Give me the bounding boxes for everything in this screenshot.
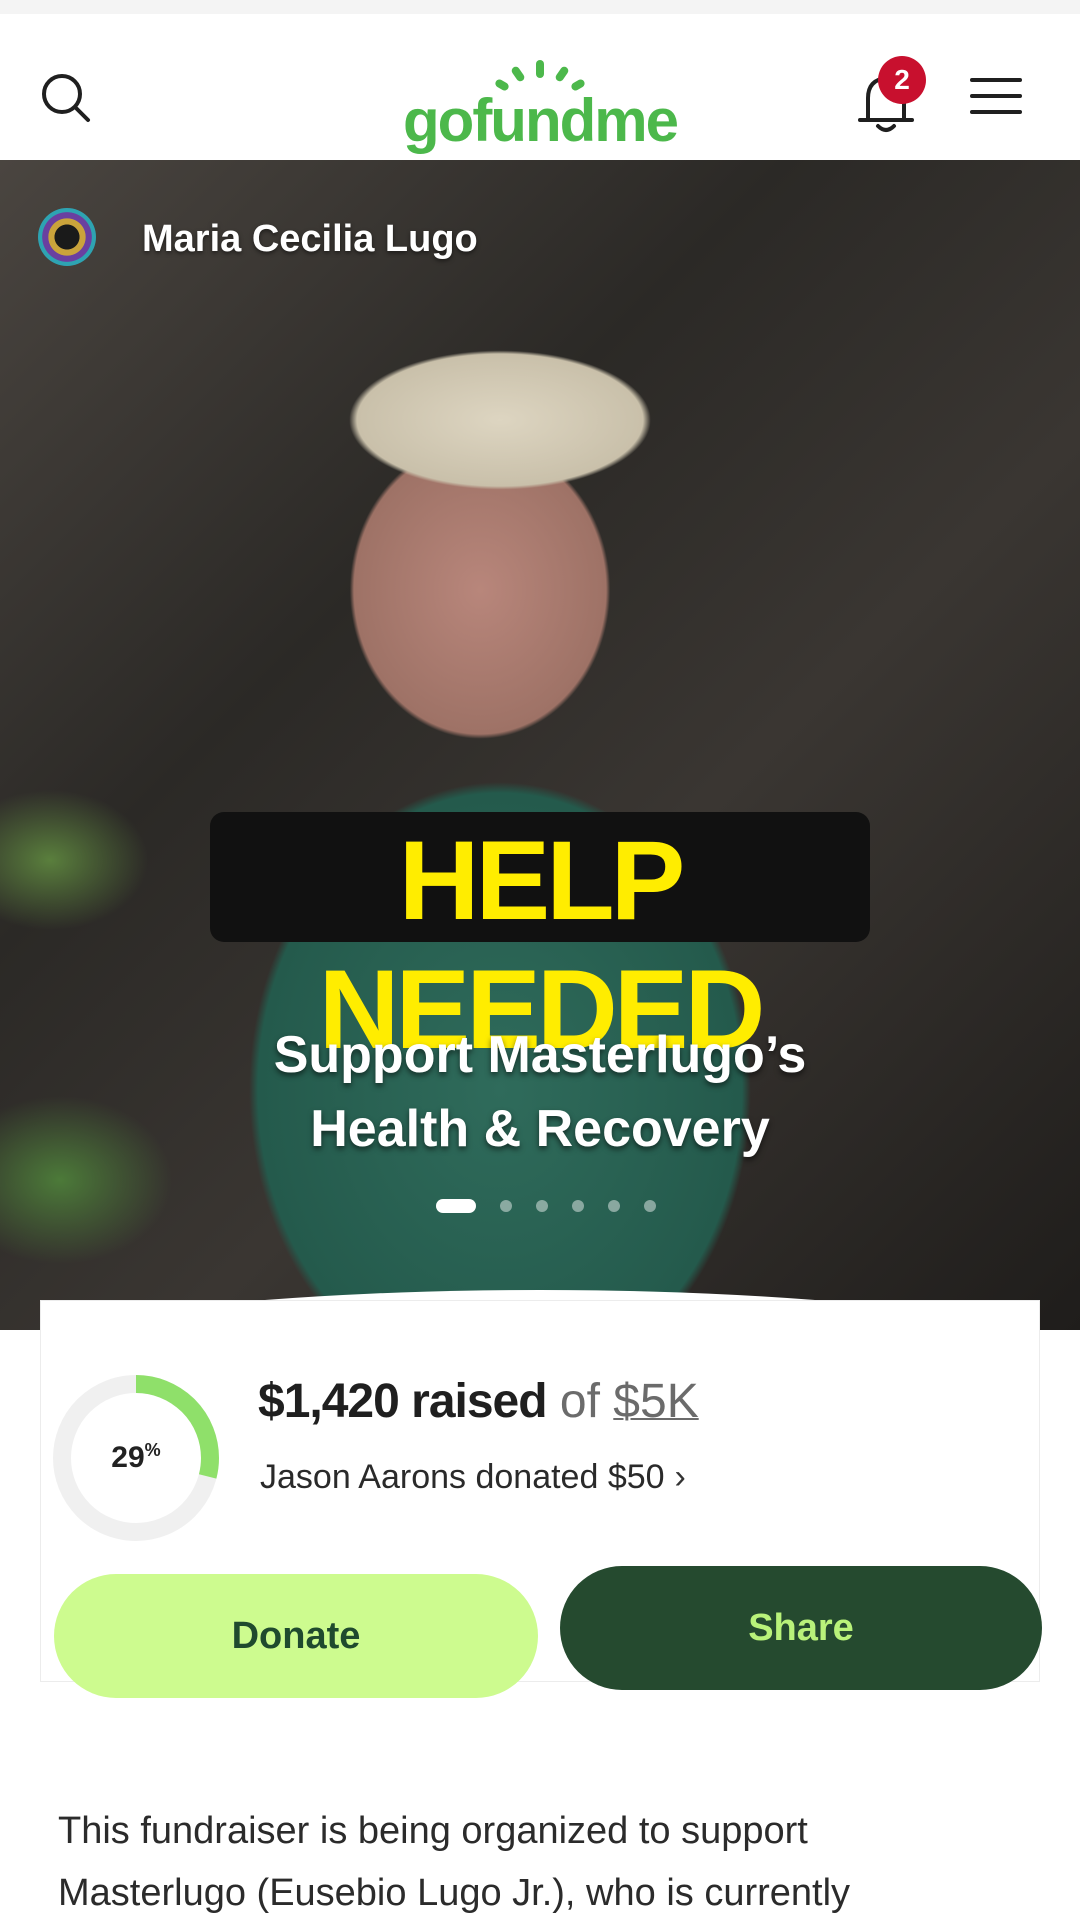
recent-donation-text: Jason Aarons donated $50 bbox=[260, 1458, 665, 1496]
carousel-dot[interactable] bbox=[644, 1200, 656, 1212]
raised-amount: $1,420 raised bbox=[258, 1375, 548, 1428]
app-header: gofundme 2 bbox=[0, 14, 1080, 166]
carousel-dot[interactable] bbox=[572, 1200, 584, 1212]
notification-badge: 2 bbox=[878, 56, 926, 104]
progress-percent: 29% bbox=[52, 1440, 220, 1475]
help-needed-banner: HELP NEEDED bbox=[210, 812, 870, 1072]
carousel-dot[interactable] bbox=[536, 1200, 548, 1212]
campaign-title-line2: Health & Recovery bbox=[310, 1100, 770, 1158]
description-line2: Masterlugo (Eusebio Lugo Jr.), who is cu… bbox=[58, 1872, 851, 1914]
status-strip bbox=[0, 0, 1080, 15]
organizer-name: Maria Cecilia Lugo bbox=[142, 218, 478, 260]
fundraiser-description: This fundraiser is being organized to su… bbox=[58, 1800, 1038, 1924]
organizer-avatar bbox=[38, 208, 96, 266]
description-line1: This fundraiser is being organized to su… bbox=[58, 1810, 808, 1852]
goal-amount[interactable]: $5K bbox=[613, 1375, 698, 1428]
carousel-dot-active[interactable] bbox=[436, 1199, 476, 1213]
campaign-title: Support Masterlugo’s Health & Recovery bbox=[140, 1018, 940, 1166]
gofundme-logo[interactable]: gofundme bbox=[390, 58, 690, 154]
progress-percent-number: 29 bbox=[111, 1441, 145, 1474]
share-button[interactable]: Share bbox=[560, 1566, 1042, 1690]
campaign-title-line1: Support Masterlugo’s bbox=[273, 1026, 807, 1084]
donate-button[interactable]: Donate bbox=[54, 1574, 538, 1698]
progress-percent-sign: % bbox=[144, 1440, 161, 1460]
amount-raised: $1,420 raised of $5K bbox=[258, 1374, 699, 1429]
of-text: of bbox=[559, 1375, 600, 1428]
logo-wordmark: gofundme bbox=[403, 87, 679, 154]
carousel-dot[interactable] bbox=[500, 1200, 512, 1212]
chevron-right-icon: › bbox=[674, 1458, 686, 1496]
search-icon[interactable] bbox=[38, 68, 98, 128]
menu-icon[interactable] bbox=[966, 66, 1026, 126]
carousel-dot[interactable] bbox=[608, 1200, 620, 1212]
recent-donation-link[interactable]: Jason Aarons donated $50 › bbox=[260, 1458, 686, 1497]
